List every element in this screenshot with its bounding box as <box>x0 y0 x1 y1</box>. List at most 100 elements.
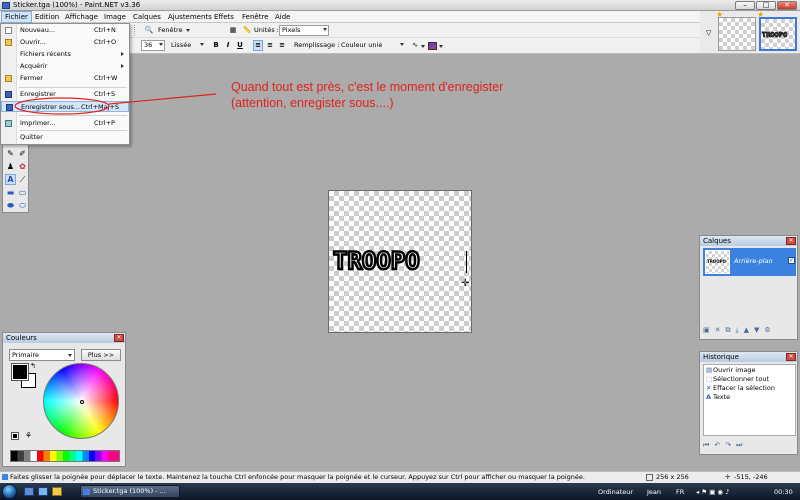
ruler-icon[interactable]: 📏 <box>242 25 252 36</box>
text-tool-icon[interactable]: A <box>5 174 16 185</box>
layer-properties-icon[interactable]: ⚙ <box>764 326 770 334</box>
duplicate-layer-icon[interactable]: ⧉ <box>726 326 731 334</box>
switch-windows-icon[interactable] <box>38 487 48 496</box>
image-canvas[interactable]: TROOPO ✛ <box>328 190 472 333</box>
thumbnail-image-1[interactable] <box>718 17 756 51</box>
color-picker-icon[interactable]: ✐ <box>17 148 28 159</box>
start-button[interactable] <box>2 484 17 499</box>
tray-clock[interactable]: 00:30 <box>774 488 793 496</box>
pencil-icon[interactable]: ✎ <box>5 148 16 159</box>
layers-panel-title: Calques <box>700 236 797 246</box>
rounded-rectangle-icon[interactable]: ▭ <box>17 187 28 198</box>
antialiasing-dropdown-icon[interactable] <box>421 45 425 48</box>
layer-name: Arrière-plan <box>734 257 773 265</box>
units-select[interactable]: Pixels <box>279 25 329 36</box>
close-button[interactable]: ✕ <box>777 1 797 10</box>
primary-color-swatch[interactable] <box>11 363 29 381</box>
scroll-left-icon[interactable]: ▽ <box>706 29 711 37</box>
font-size-select[interactable]: 36 <box>141 40 165 51</box>
menu-item-acquerir[interactable]: Acquérir <box>1 61 129 72</box>
layers-panel-close-button[interactable]: ✕ <box>786 237 796 245</box>
tools-panel: ✎ ✐ ♟ ✿ A ⟋ ▬ ▭ ⬬ ⬭ <box>2 143 29 213</box>
history-item[interactable]: ▤Ouvrir image <box>706 366 756 374</box>
color-wheel-selector[interactable] <box>80 400 84 404</box>
window-mode-label[interactable]: Fenêtre <box>158 26 183 34</box>
menu-calques[interactable]: Calques <box>130 11 164 23</box>
menu-bar: Fichier Edition Affichage Image Calques … <box>0 11 800 23</box>
menu-fenetre[interactable]: Fenêtre <box>239 11 271 23</box>
rectangle-icon[interactable]: ▬ <box>5 187 16 198</box>
bold-button[interactable]: B <box>211 40 221 51</box>
history-panel-close-button[interactable]: ✕ <box>786 353 796 361</box>
history-last-icon[interactable]: ⏭ <box>736 441 742 449</box>
palette-menu-icon[interactable]: ⚘ <box>25 431 32 440</box>
layer-thumbnail: TROOPO <box>705 250 730 274</box>
clone-stamp-icon[interactable]: ♟ <box>5 161 16 172</box>
history-item[interactable]: A Texte <box>706 393 730 401</box>
undo-icon[interactable]: ↶ <box>714 441 720 449</box>
show-desktop-icon[interactable] <box>24 487 34 496</box>
menu-item-enregistrer-sous[interactable]: Enregistrer sous... Ctrl+Maj+S <box>1 101 129 112</box>
taskbar-item-paint-net[interactable]: Sticker.tga (100%) - ... <box>80 485 180 498</box>
smoothing-select[interactable]: Lissée <box>168 40 206 51</box>
menu-image[interactable]: Image <box>101 11 129 23</box>
tray-user[interactable]: Jean <box>647 488 661 496</box>
menu-effets[interactable]: Effets <box>211 11 237 23</box>
menu-item-fichiers-recents[interactable]: Fichiers récents <box>1 49 129 60</box>
more-colors-button[interactable]: Plus >> <box>81 349 121 361</box>
menu-aide[interactable]: Aide <box>272 11 293 23</box>
align-center-icon[interactable]: ≡ <box>265 40 275 51</box>
menu-fichier[interactable]: Fichier <box>1 11 32 23</box>
antialiasing-icon[interactable]: ∿ <box>410 40 420 51</box>
thumbnail-image-2[interactable]: TROOPO <box>759 17 797 51</box>
menu-item-fermer[interactable]: Fermer Ctrl+W <box>1 73 129 84</box>
window-mode-dropdown-icon[interactable] <box>186 29 190 32</box>
redo-icon[interactable]: ↷ <box>725 441 731 449</box>
line-curve-icon[interactable]: ⟋ <box>17 174 28 185</box>
tray-language[interactable]: FR <box>676 488 684 496</box>
delete-layer-icon[interactable]: ✕ <box>715 326 721 334</box>
italic-button[interactable]: I <box>223 40 233 51</box>
layer-visibility-checkbox[interactable]: ✓ <box>788 257 795 264</box>
ellipse-icon[interactable]: ⬬ <box>5 200 16 211</box>
grid-icon[interactable]: ▦ <box>228 25 238 36</box>
merge-layer-icon[interactable]: ⤓ <box>736 326 739 334</box>
explorer-icon[interactable] <box>52 487 62 496</box>
zoom-in-icon[interactable]: 🔍 <box>144 25 154 36</box>
history-item[interactable]: ⬚Sélectionner tout <box>706 375 769 383</box>
color-palette[interactable] <box>10 450 120 462</box>
swap-colors-icon[interactable]: ↰ <box>30 362 36 370</box>
text-history-icon: A <box>706 393 712 401</box>
menu-item-quitter[interactable]: Quitter <box>1 132 129 143</box>
menu-affichage[interactable]: Affichage <box>62 11 101 23</box>
color-wheel[interactable] <box>43 363 119 439</box>
move-layer-down-icon[interactable]: ▼ <box>754 326 759 334</box>
layer-row[interactable]: TROOPO Arrière-plan ✓ <box>703 248 796 276</box>
align-right-icon[interactable]: ≡ <box>277 40 287 51</box>
recolor-icon[interactable]: ✿ <box>17 161 28 172</box>
move-handle-icon[interactable]: ✛ <box>461 278 469 289</box>
menu-item-enregistrer[interactable]: Enregistrer Ctrl+S <box>1 89 129 100</box>
menu-item-nouveau[interactable]: Nouveau... Ctrl+N <box>1 25 129 36</box>
history-item[interactable]: ✕ Effacer la sélection <box>706 384 775 392</box>
color-mode-select[interactable]: Primaire <box>9 349 75 361</box>
tray-computer[interactable]: Ordinateur <box>598 488 633 496</box>
move-layer-up-icon[interactable]: ▲ <box>744 326 749 334</box>
maximize-button[interactable]: □ <box>756 1 776 10</box>
annotation-line-2: (attention, enregister sous....) <box>231 96 394 110</box>
history-first-icon[interactable]: ⏮ <box>703 441 709 449</box>
blend-mode-dropdown-icon[interactable] <box>439 45 443 48</box>
menu-ajustements[interactable]: Ajustements <box>165 11 215 23</box>
reset-colors-icon[interactable] <box>11 432 19 440</box>
menu-item-ouvrir[interactable]: Ouvrir... Ctrl+O <box>1 37 129 48</box>
colors-panel-close-button[interactable]: ✕ <box>114 334 124 342</box>
underline-button[interactable]: U <box>235 40 245 51</box>
freeform-shape-icon[interactable]: ⬭ <box>17 200 28 211</box>
minimize-button[interactable]: – <box>735 1 755 10</box>
menu-edition[interactable]: Edition <box>32 11 62 23</box>
align-left-icon[interactable]: ≡ <box>253 40 263 51</box>
fill-select[interactable]: Couleur unie <box>338 40 406 51</box>
blend-mode-icon[interactable] <box>428 42 437 50</box>
add-layer-icon[interactable]: ▣ <box>703 326 710 334</box>
menu-item-imprimer[interactable]: Imprimer... Ctrl+P <box>1 118 129 129</box>
